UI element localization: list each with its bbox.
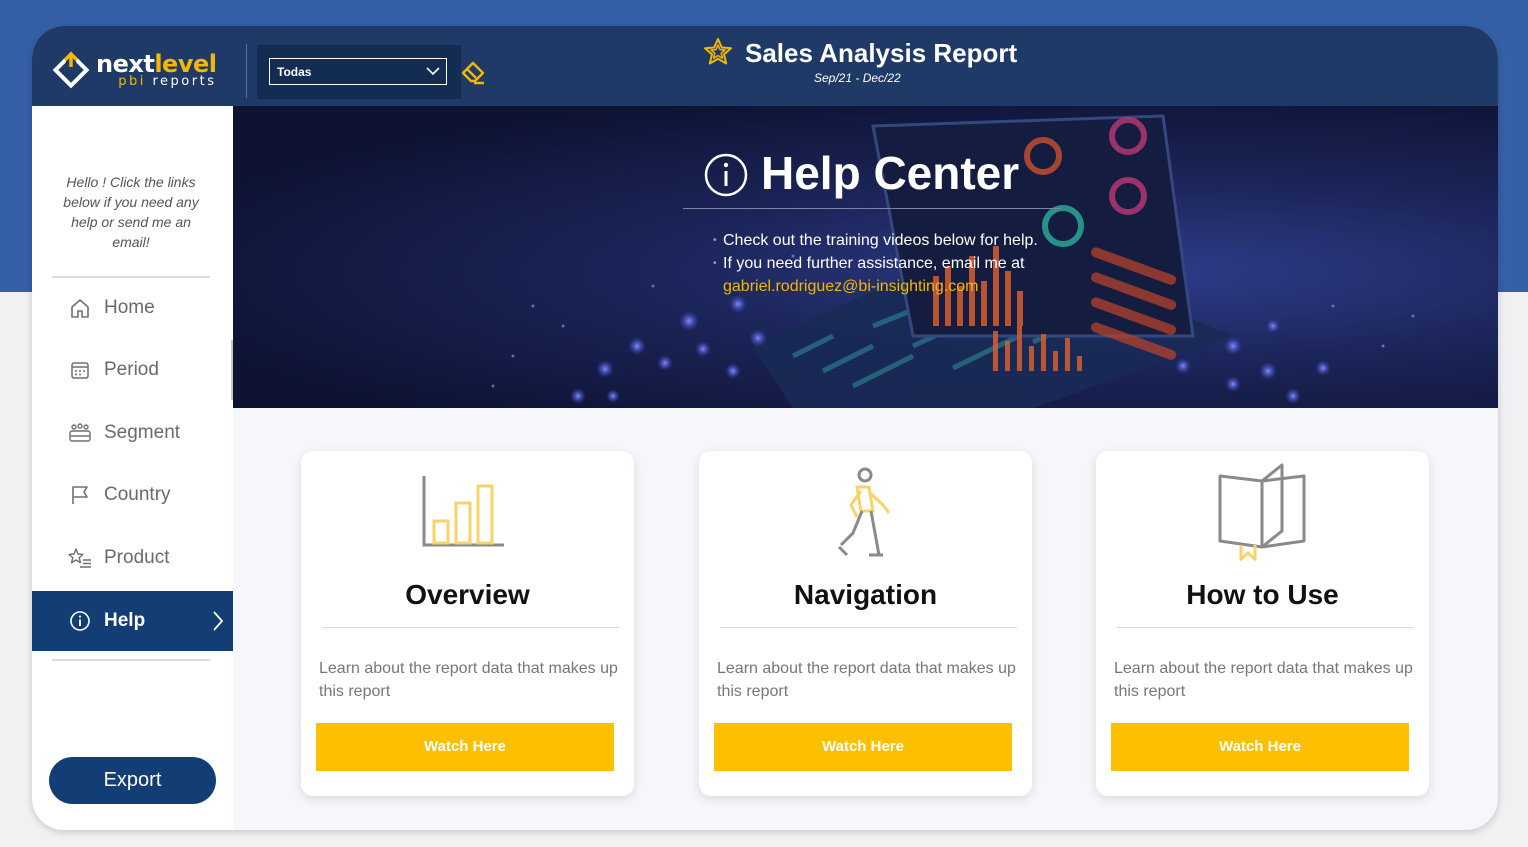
header-divider [246, 44, 247, 98]
clear-filters-eraser-icon[interactable] [459, 58, 487, 86]
sidebar-help-message: Hello ! Click the links below if you nee… [63, 174, 199, 250]
logo-wordmark: nextlevel [96, 50, 217, 78]
card-description: Learn about the report data that makes u… [1114, 660, 1413, 700]
filter-dropdown[interactable]: Todas [269, 58, 447, 85]
report-canvas: nextlevel pbi reports Todas Sales Analys… [32, 26, 1498, 830]
star-icon [702, 36, 734, 68]
card-title: Overview [405, 579, 530, 610]
bullet-icon: • [713, 258, 717, 269]
brand-logo: nextlevel pbi reports [52, 50, 217, 90]
watch-navigation-button[interactable]: Watch Here [714, 723, 1012, 771]
sidebar-item-product[interactable]: Product [32, 528, 233, 588]
help-instructions: • Check out the training videos below for… [713, 229, 1038, 298]
home-icon [68, 296, 92, 320]
sidebar-item-help[interactable]: Help [32, 591, 233, 651]
navigation-card: Navigation Learn about the report data t… [699, 451, 1032, 796]
card-divider [322, 627, 619, 628]
sidebar-nav: Hello ! Click the links below if you nee… [32, 106, 233, 830]
sidebar-item-country[interactable]: Country [32, 465, 233, 525]
card-divider [720, 627, 1017, 628]
sidebar-item-home[interactable]: Home [32, 278, 233, 338]
bullet-icon: • [713, 235, 717, 246]
export-button[interactable]: Export [49, 757, 216, 804]
sidebar-item-label: Period [104, 359, 159, 380]
help-line-2: If you need further assistance, email me… [723, 255, 1025, 272]
filter-panel: Todas [257, 45, 461, 99]
help-line-1: Check out the training videos below for … [723, 232, 1038, 249]
sidebar-item-label: Product [104, 547, 170, 568]
card-description: Learn about the report data that makes u… [717, 660, 1016, 700]
calendar-icon [68, 358, 92, 382]
sidebar-item-label: Country [104, 484, 171, 505]
people-group-icon [68, 421, 92, 445]
help-title-underline [683, 208, 1061, 209]
help-center-banner: Help Center • Check out the training vide… [233, 106, 1498, 408]
page-title: Sales Analysis Report [745, 38, 1018, 68]
bar-chart-icon [301, 461, 634, 561]
filter-selected-value: Todas [277, 65, 312, 79]
date-range-subtitle: Sep/21 - Dec/22 [814, 71, 901, 85]
help-center-title: Help Center [761, 147, 1020, 199]
card-title: How to Use [1186, 579, 1339, 610]
sidebar-item-period[interactable]: Period [32, 340, 233, 400]
watch-overview-button[interactable]: Watch Here [316, 723, 614, 771]
info-icon [68, 609, 92, 633]
card-description: Learn about the report data that makes u… [319, 660, 618, 700]
chevron-right-icon [211, 609, 225, 639]
watch-how-to-use-button[interactable]: Watch Here [1111, 723, 1409, 771]
report-title-block: Sales Analysis Report Sep/21 - Dec/22 [702, 36, 1022, 96]
card-title: Navigation [793, 579, 938, 610]
logo-mark-icon [52, 51, 90, 89]
sidebar-item-segment[interactable]: Segment [32, 403, 233, 463]
chevron-down-icon [425, 63, 441, 82]
sidebar-item-label: Help [104, 610, 146, 631]
how-to-use-card: How to Use Learn about the report data t… [1096, 451, 1429, 796]
sidebar-divider-bottom [52, 659, 210, 661]
top-bar: nextlevel pbi reports Todas Sales Analys… [32, 26, 1498, 106]
sidebar-item-label: Home [104, 297, 155, 318]
card-divider [1117, 627, 1414, 628]
walking-person-icon [699, 461, 1032, 561]
info-icon [703, 152, 749, 198]
sidebar-item-label: Segment [104, 422, 181, 443]
flag-icon [68, 483, 92, 507]
overview-card: Overview Learn about the report data tha… [301, 451, 634, 796]
open-book-icon [1096, 461, 1429, 563]
support-email-link[interactable]: gabriel.rodriguez@bi-insighting.com [723, 275, 1038, 298]
star-list-icon [68, 546, 92, 570]
